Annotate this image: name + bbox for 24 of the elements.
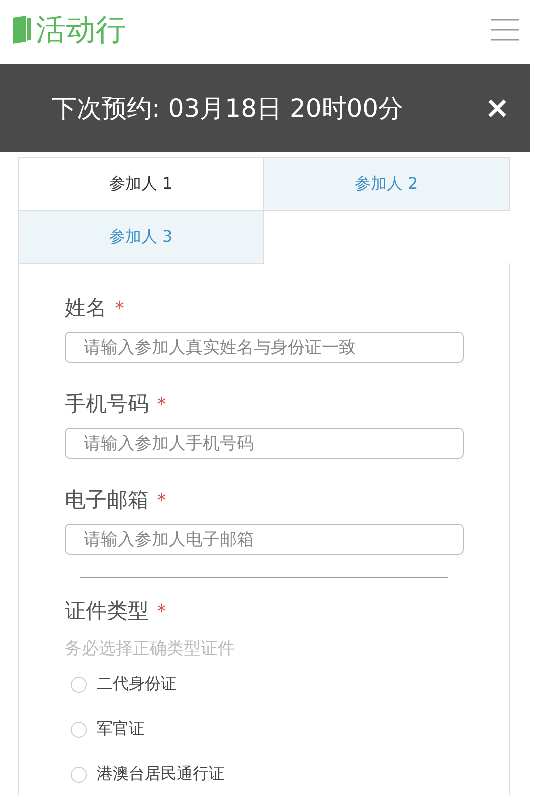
logo-text: 活动行	[36, 12, 126, 50]
field-label: 姓名	[65, 295, 107, 322]
required-mark: *	[115, 297, 124, 322]
radio-button[interactable]	[71, 766, 87, 782]
option-label[interactable]: 港澳台居民通行证	[97, 764, 225, 785]
logo-icon	[12, 15, 32, 45]
close-button[interactable]: ×	[484, 90, 510, 126]
required-mark: *	[157, 489, 166, 514]
input-field[interactable]: 请输入参加人真实姓名与身份证一致	[65, 332, 464, 363]
radio-button[interactable]	[71, 676, 87, 692]
notice-text: 下次预约: 03月18日 20时00分	[52, 92, 404, 124]
radio-button[interactable]	[71, 722, 87, 738]
menu-icon[interactable]	[491, 19, 519, 41]
required-mark: *	[157, 393, 166, 418]
option-label[interactable]: 二代身份证	[97, 674, 177, 695]
required-mark: *	[157, 600, 166, 625]
option-label[interactable]: 军官证	[97, 719, 145, 740]
input-field[interactable]: 请输入参加人手机号码	[65, 428, 464, 459]
field-label: 手机号码	[65, 391, 149, 418]
participant-tab[interactable]: 参加人 1	[18, 157, 264, 211]
field-label: 证件类型	[65, 598, 149, 625]
field-label: 电子邮箱	[65, 487, 149, 514]
hint-text: 务必选择正确类型证件	[65, 638, 235, 660]
input-field[interactable]: 请输入参加人电子邮箱	[65, 524, 464, 555]
